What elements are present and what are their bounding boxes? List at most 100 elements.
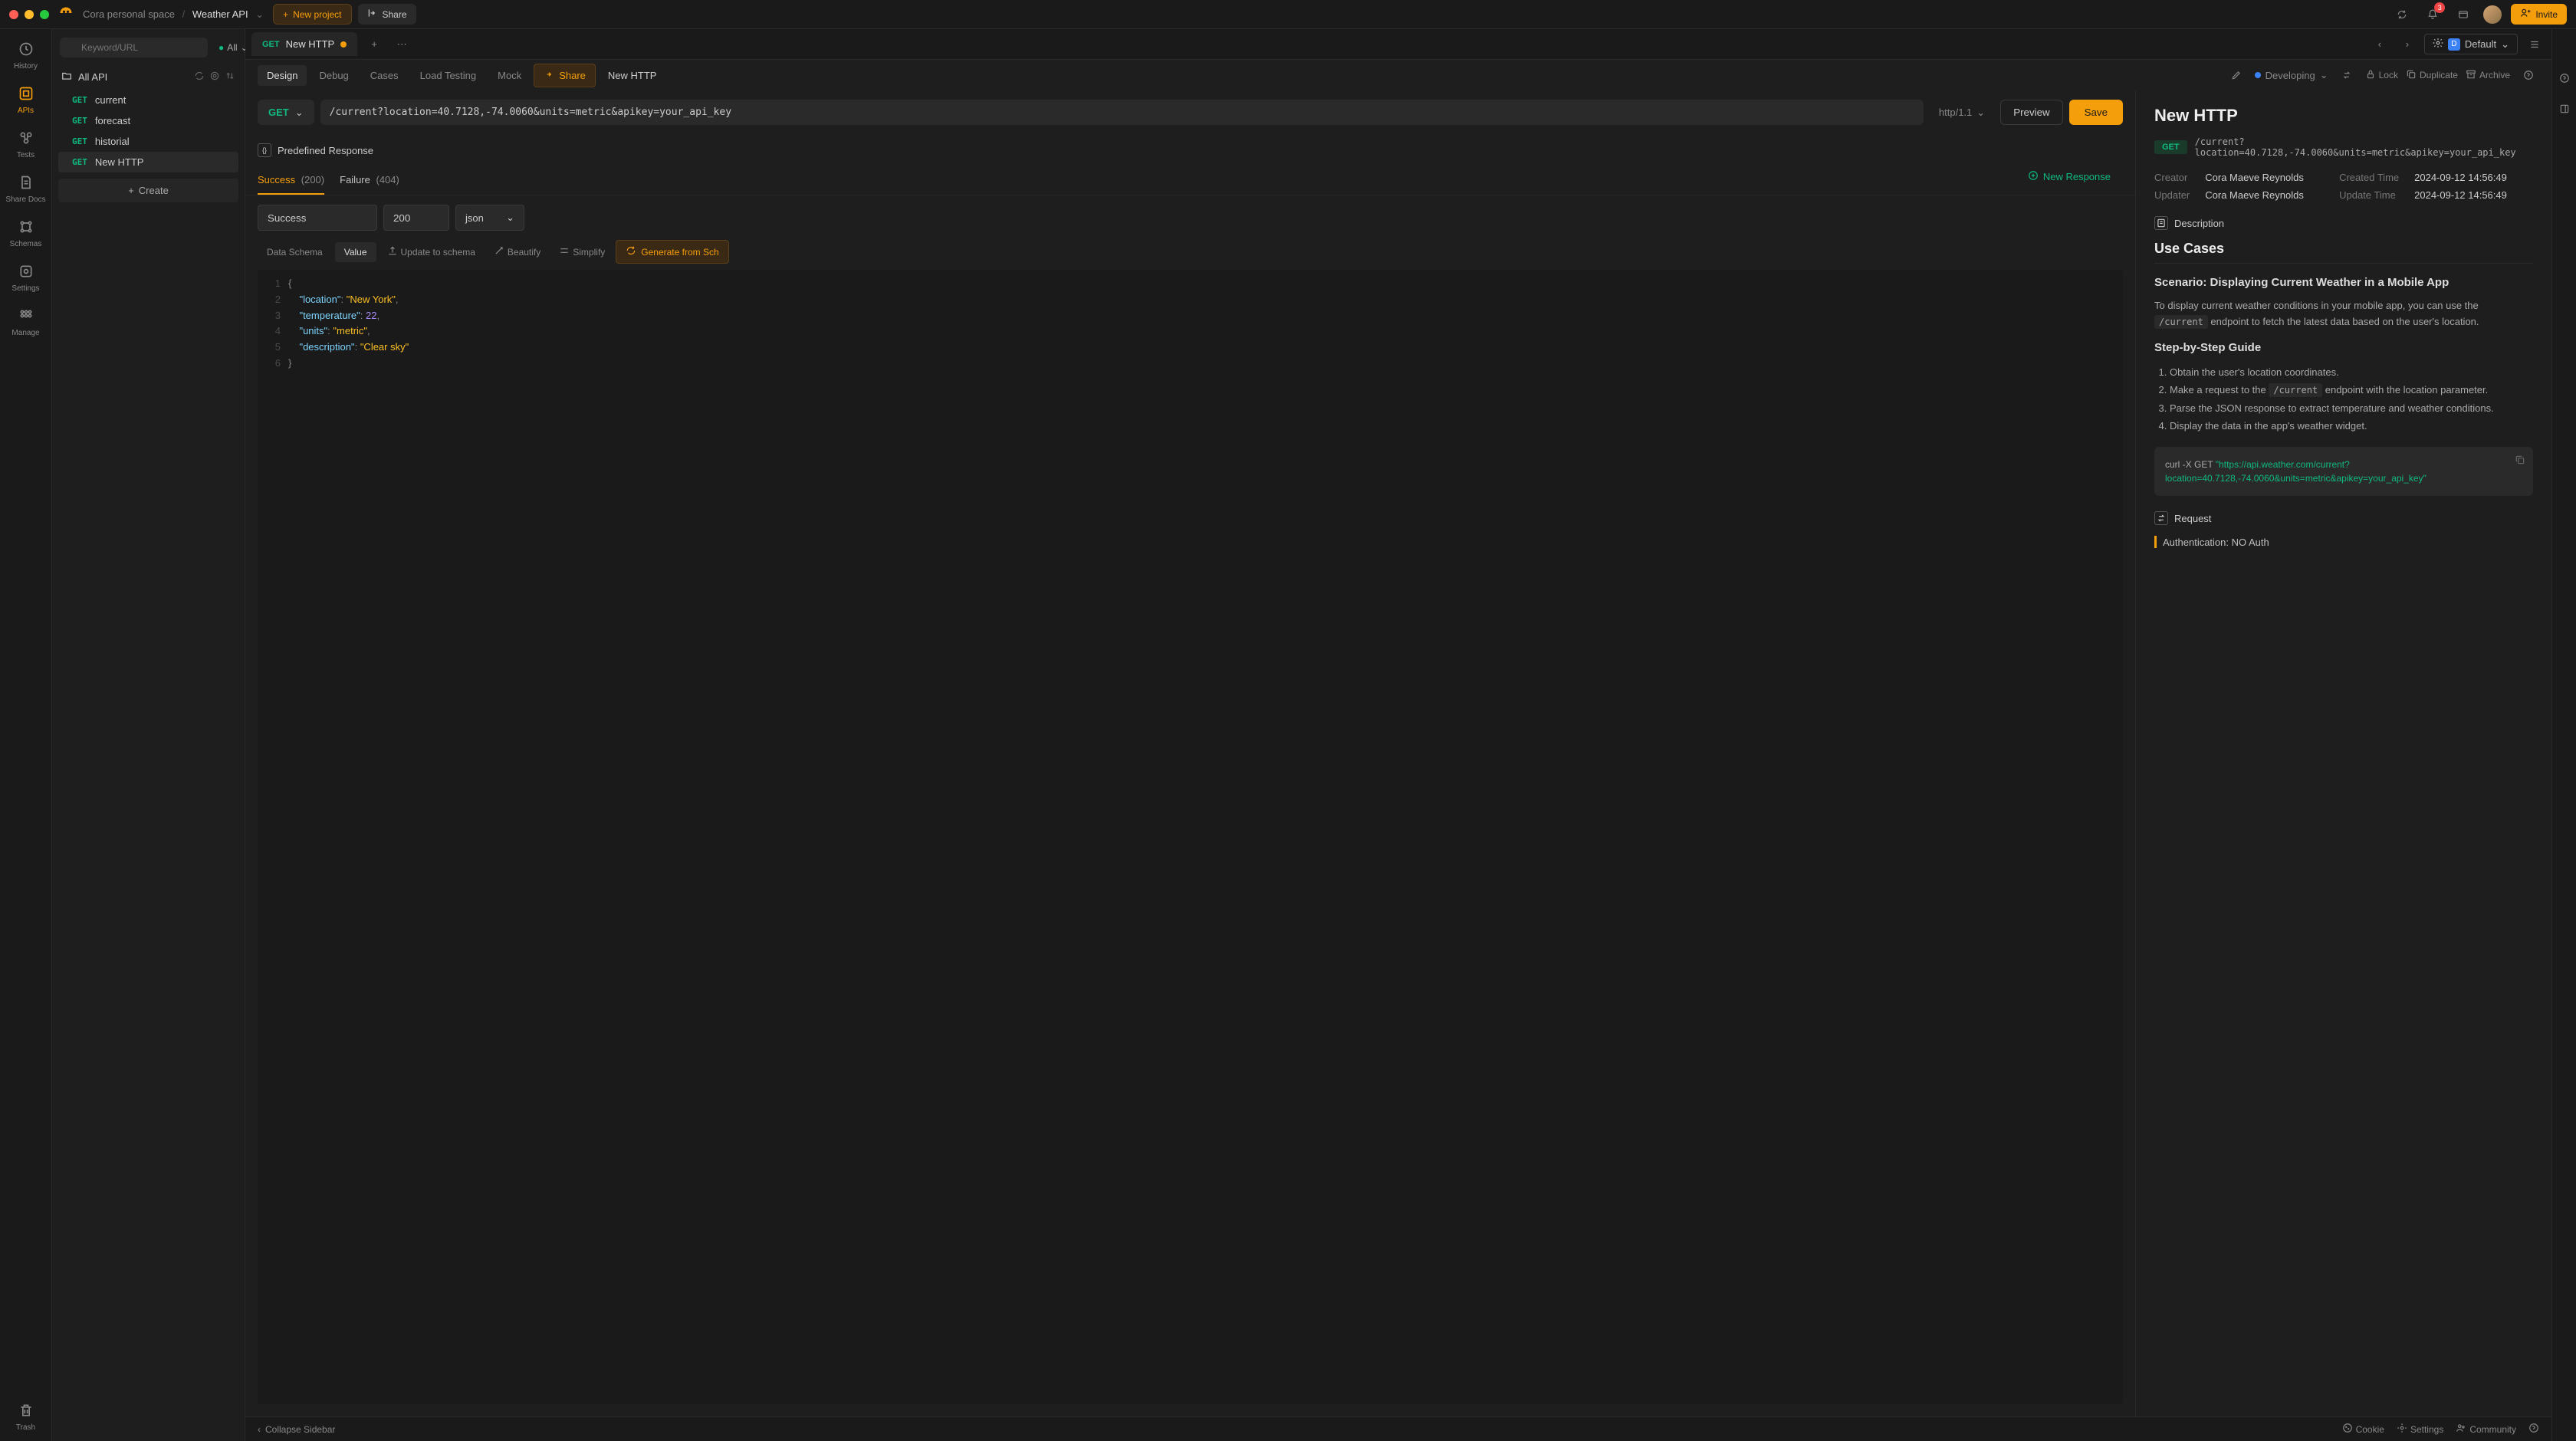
subtab-design[interactable]: Design [258,65,307,86]
nav-trash[interactable]: Trash [5,1397,48,1438]
lock-icon [2365,69,2376,82]
tab-next-icon[interactable]: › [2397,34,2418,55]
nav-schemas[interactable]: Schemas [5,213,48,254]
edit-icon[interactable] [2226,64,2247,86]
api-item-forecast[interactable]: GET forecast [58,110,238,131]
workspace-name[interactable]: Cora personal space [83,8,175,20]
duplicate-button[interactable]: Duplicate [2406,69,2458,82]
subtab-debug[interactable]: Debug [310,65,357,86]
nav-apis[interactable]: APIs [5,80,48,121]
side-panel-icon[interactable] [2554,98,2575,120]
tab-prev-icon[interactable]: ‹ [2369,34,2390,55]
updater-label: Updater [2154,189,2190,201]
lock-button[interactable]: Lock [2365,69,2398,82]
beautify-button[interactable]: Beautify [486,241,548,263]
chevron-down-icon[interactable]: ⌄ [255,8,264,20]
subtab-cases[interactable]: Cases [361,65,408,86]
invite-button[interactable]: Invite [2511,4,2567,25]
user-avatar[interactable] [2483,5,2502,24]
refresh-icon[interactable] [194,71,205,84]
update-schema-button[interactable]: Update to schema [380,241,483,263]
url-input[interactable] [320,100,1924,125]
api-item-new-http[interactable]: GET New HTTP [58,152,238,172]
environment-select[interactable]: D Default ⌄ [2424,34,2518,54]
auth-text: Authentication: NO Auth [2163,537,2269,548]
swap-icon[interactable] [2336,64,2358,86]
user-plus-icon [2520,8,2531,21]
project-name[interactable]: Weather API [192,8,248,20]
preview-button[interactable]: Preview [2000,100,2062,125]
archive-button[interactable]: Archive [2466,69,2510,82]
unsaved-indicator [340,41,347,48]
sort-icon[interactable] [225,71,235,84]
save-button[interactable]: Save [2069,100,2123,125]
status-dot-icon [2255,72,2261,78]
scenario-heading: Scenario: Displaying Current Weather in … [2154,276,2533,289]
chevron-down-icon: ⌄ [295,107,304,119]
footer-settings[interactable]: Settings [2397,1423,2443,1436]
section-title: Predefined Response [278,145,373,156]
created-value: 2024-09-12 14:56:49 [2414,172,2533,183]
response-tab-success[interactable]: Success (200) [258,166,324,195]
nav-share-docs[interactable]: Share Docs [5,169,48,210]
nav-manage[interactable]: Manage [5,302,48,343]
footer-help[interactable] [2528,1423,2539,1436]
share-icon [367,8,378,21]
share-button[interactable]: Share [358,4,416,25]
simplify-button[interactable]: Simplify [551,241,613,263]
generate-button[interactable]: Generate from Sch [616,240,728,264]
window-maximize[interactable] [40,10,49,19]
method-select[interactable]: GET ⌄ [258,100,314,125]
notifications-button[interactable]: 3 [2422,4,2443,25]
schema-tab-data[interactable]: Data Schema [258,242,332,262]
list-icon[interactable] [2524,34,2545,55]
response-format-select[interactable]: json ⌄ [455,205,524,231]
chevron-left-icon: ‹ [258,1424,261,1435]
footer-cookie[interactable]: Cookie [2342,1423,2384,1436]
panel-icon[interactable] [2453,4,2474,25]
footer-community[interactable]: Community [2456,1423,2516,1436]
created-label: Created Time [2339,172,2399,183]
search-input[interactable] [60,38,208,57]
new-tab-button[interactable]: + [363,34,385,55]
share-icon [544,69,554,82]
nav-history[interactable]: History [5,35,48,77]
side-help-icon[interactable] [2554,67,2575,89]
new-response-button[interactable]: New Response [2028,170,2123,191]
help-icon[interactable] [2518,64,2539,86]
nav-tests[interactable]: Tests [5,124,48,166]
schema-tab-value[interactable]: Value [335,242,376,262]
tree-root-label[interactable]: All API [78,71,107,83]
upload-icon [387,245,398,258]
creator-label: Creator [2154,172,2190,183]
copy-icon[interactable] [2515,455,2525,469]
editor-tab[interactable]: GET New HTTP [251,32,357,56]
new-project-button[interactable]: + New project [273,4,351,25]
chevron-down-icon: ⌄ [2320,69,2328,81]
tab-menu-button[interactable]: ⋯ [391,34,412,55]
window-minimize[interactable] [25,10,34,19]
response-tab-failure[interactable]: Failure (404) [340,166,399,195]
response-name-input[interactable] [258,205,377,231]
creator-value: Cora Maeve Reynolds [2205,172,2324,183]
breadcrumb: Cora personal space / Weather API ⌄ [83,8,264,21]
status-select[interactable]: Developing ⌄ [2255,69,2328,81]
sync-icon[interactable] [2391,4,2413,25]
response-code-input[interactable] [383,205,449,231]
detail-title: New HTTP [2154,106,2533,126]
target-icon[interactable] [209,71,220,84]
archive-icon [2466,69,2476,82]
subtab-share[interactable]: Share [534,64,596,87]
nav-settings[interactable]: Settings [5,258,48,299]
api-item-current[interactable]: GET current [58,90,238,110]
manage-icon [18,308,34,326]
scenario-paragraph: To display current weather conditions in… [2154,298,2533,330]
json-editor[interactable]: 123456 { "location": "New York", "temper… [258,270,2123,1404]
api-item-historial[interactable]: GET historial [58,131,238,152]
subtab-mock[interactable]: Mock [488,65,531,86]
http-version-select[interactable]: http/1.1 ⌄ [1930,100,1994,125]
subtab-load-testing[interactable]: Load Testing [411,65,486,86]
collapse-sidebar-button[interactable]: ‹ Collapse Sidebar [258,1424,335,1435]
create-api-button[interactable]: + Create [58,179,238,202]
window-close[interactable] [9,10,18,19]
